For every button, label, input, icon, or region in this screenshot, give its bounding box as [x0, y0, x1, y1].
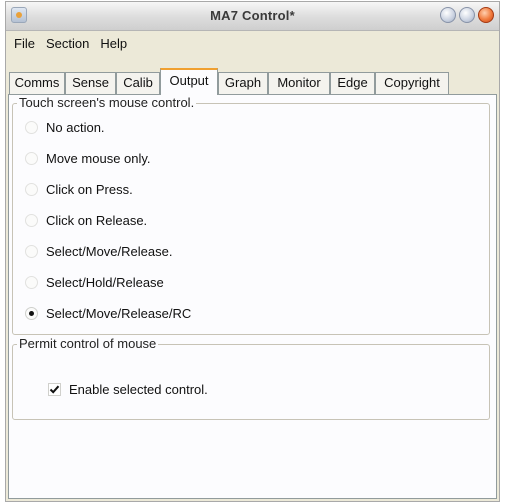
radio-label: Select/Move/Release/RC: [46, 305, 192, 321]
enable-control-checkbox-row[interactable]: Enable selected control.: [48, 380, 208, 398]
radio-no-action[interactable]: No action.: [25, 118, 105, 136]
radio-label: Click on Press.: [46, 181, 133, 197]
enable-control-label: Enable selected control.: [69, 381, 208, 397]
checkmark-icon: [49, 385, 60, 394]
radio-select-move-release-rc[interactable]: Select/Move/Release/RC: [25, 304, 191, 322]
close-button[interactable]: [478, 7, 494, 23]
radio-button[interactable]: [25, 244, 38, 258]
tab-comms[interactable]: Comms: [9, 72, 65, 94]
radio-click-on-release[interactable]: Click on Release.: [25, 211, 147, 229]
enable-control-checkbox[interactable]: [48, 382, 61, 396]
tab-edge[interactable]: Edge: [330, 72, 375, 94]
permit-control-legend: Permit control of mouse: [17, 336, 159, 351]
radio-label: Move mouse only.: [46, 150, 151, 166]
radio-button[interactable]: [25, 213, 38, 227]
output-tab-panel: Touch screen's mouse control. No action.…: [8, 95, 497, 499]
radio-button[interactable]: [25, 120, 38, 134]
mouse-control-group: Touch screen's mouse control. No action.…: [12, 95, 490, 335]
radio-click-on-press[interactable]: Click on Press.: [25, 180, 133, 198]
menu-bar: File Section Help: [6, 31, 499, 56]
radio-label: Click on Release.: [46, 212, 148, 228]
mouse-control-legend: Touch screen's mouse control.: [17, 95, 197, 110]
tab-calib[interactable]: Calib: [116, 72, 160, 94]
radio-button[interactable]: [25, 275, 38, 289]
radio-label: Select/Hold/Release: [46, 274, 164, 290]
radio-move-mouse-only[interactable]: Move mouse only.: [25, 149, 151, 167]
tab-monitor[interactable]: Monitor: [268, 72, 330, 94]
tab-copyright[interactable]: Copyright: [375, 72, 449, 94]
app-window: MA7 Control* File Section Help Comms Sen…: [5, 1, 500, 502]
radio-select-hold-release[interactable]: Select/Hold/Release: [25, 273, 164, 291]
tab-strip: Comms Sense Calib Output Graph Monitor E…: [8, 68, 497, 95]
maximize-button[interactable]: [459, 7, 475, 23]
tab-graph[interactable]: Graph: [218, 72, 268, 94]
tab-output[interactable]: Output: [160, 68, 218, 95]
menu-help[interactable]: Help: [95, 36, 133, 51]
radio-button[interactable]: [25, 182, 38, 196]
radio-label: No action.: [46, 119, 105, 135]
menu-file[interactable]: File: [9, 36, 41, 51]
permit-control-group: Permit control of mouse Enable selected …: [12, 336, 490, 420]
radio-button-selected[interactable]: [25, 306, 38, 320]
title-bar[interactable]: MA7 Control*: [6, 2, 499, 31]
radio-select-move-release[interactable]: Select/Move/Release.: [25, 242, 172, 260]
radio-label: Select/Move/Release.: [46, 243, 173, 259]
menu-section[interactable]: Section: [41, 36, 95, 51]
window-title: MA7 Control*: [210, 8, 295, 23]
radio-button[interactable]: [25, 151, 38, 165]
tab-sense[interactable]: Sense: [65, 72, 116, 94]
minimize-button[interactable]: [440, 7, 456, 23]
